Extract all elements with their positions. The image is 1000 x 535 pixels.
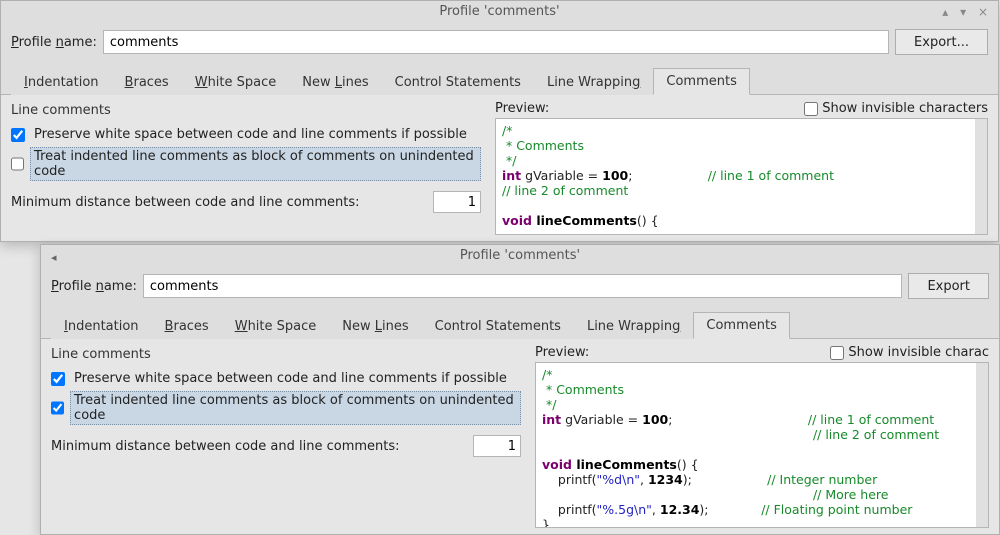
tab-whitespace[interactable]: White Space [222, 313, 330, 339]
min-distance-input[interactable] [433, 191, 481, 213]
chk-treat-indented[interactable] [51, 401, 64, 415]
chk-preserve-whitespace[interactable] [11, 128, 25, 142]
group-title: Line comments [11, 103, 481, 118]
profile-name-label: Profile name: [51, 279, 137, 294]
titlebar[interactable]: Profile 'comments' ▴ ▾ × [1, 1, 998, 23]
window-controls[interactable]: ▴ ▾ × [942, 1, 992, 23]
export-button[interactable]: Export [908, 273, 989, 299]
profile-name-input[interactable] [103, 30, 889, 54]
tab-braces[interactable]: Braces [152, 313, 222, 339]
tab-newlines[interactable]: New Lines [289, 69, 381, 95]
profile-name-input[interactable] [143, 274, 903, 298]
tab-control[interactable]: Control Statements [382, 69, 534, 95]
min-distance-label: Minimum distance between code and line c… [51, 439, 473, 454]
group-title: Line comments [51, 347, 521, 362]
tab-comments[interactable]: Comments [693, 312, 789, 339]
chk-treat-indented-label: Treat indented line comments as block of… [70, 391, 521, 425]
chk-treat-indented-label: Treat indented line comments as block of… [30, 147, 481, 181]
tab-control[interactable]: Control Statements [422, 313, 574, 339]
scrollbar-vertical[interactable] [976, 363, 988, 527]
chk-preserve-whitespace-label: Preserve white space between code and li… [31, 126, 470, 143]
chevron-left-icon[interactable]: ◂ [51, 247, 57, 269]
tab-bar: Indentation Braces White Space New Lines… [1, 61, 998, 95]
window-title: Profile 'comments' [460, 248, 580, 263]
titlebar[interactable]: ◂ Profile 'comments' [41, 245, 999, 267]
chk-preserve-whitespace-label: Preserve white space between code and li… [71, 370, 510, 387]
export-button[interactable]: Export... [895, 29, 988, 55]
chk-show-invisible-label: Show invisible charac [848, 345, 989, 360]
tab-comments[interactable]: Comments [653, 68, 749, 95]
code-preview[interactable]: /* * Comments */ int gVariable = 100; //… [535, 362, 989, 528]
scrollbar-vertical[interactable] [975, 119, 987, 234]
min-distance-label: Minimum distance between code and line c… [11, 195, 433, 210]
chk-show-invisible[interactable] [804, 102, 818, 116]
line-comments-group: Line comments Preserve white space betwe… [41, 339, 531, 534]
chk-show-invisible[interactable] [830, 346, 844, 360]
dialog-profile-top: Profile 'comments' ▴ ▾ × Profile name: E… [0, 0, 999, 242]
dialog-profile-bottom: ◂ Profile 'comments' Profile name: Expor… [40, 244, 1000, 535]
window-title: Profile 'comments' [439, 4, 559, 19]
line-comments-group: Line comments Preserve white space betwe… [1, 95, 491, 241]
preview-label: Preview: [495, 101, 549, 116]
code-preview[interactable]: /* * Comments */ int gVariable = 100; //… [495, 118, 988, 235]
tab-bar: Indentation Braces White Space New Lines… [41, 305, 999, 339]
profile-name-label: Profile name: [11, 35, 97, 50]
tab-wrapping[interactable]: Line Wrapping [534, 69, 653, 95]
tab-wrapping[interactable]: Line Wrapping [574, 313, 693, 339]
preview-label: Preview: [535, 345, 589, 360]
chk-show-invisible-label: Show invisible characters [822, 101, 988, 116]
tab-whitespace[interactable]: White Space [182, 69, 290, 95]
tab-indentation[interactable]: Indentation [11, 69, 112, 95]
tab-newlines[interactable]: New Lines [329, 313, 421, 339]
min-distance-input[interactable] [473, 435, 521, 457]
tab-braces[interactable]: Braces [112, 69, 182, 95]
chk-preserve-whitespace[interactable] [51, 372, 65, 386]
chk-treat-indented[interactable] [11, 157, 24, 171]
tab-indentation[interactable]: Indentation [51, 313, 152, 339]
